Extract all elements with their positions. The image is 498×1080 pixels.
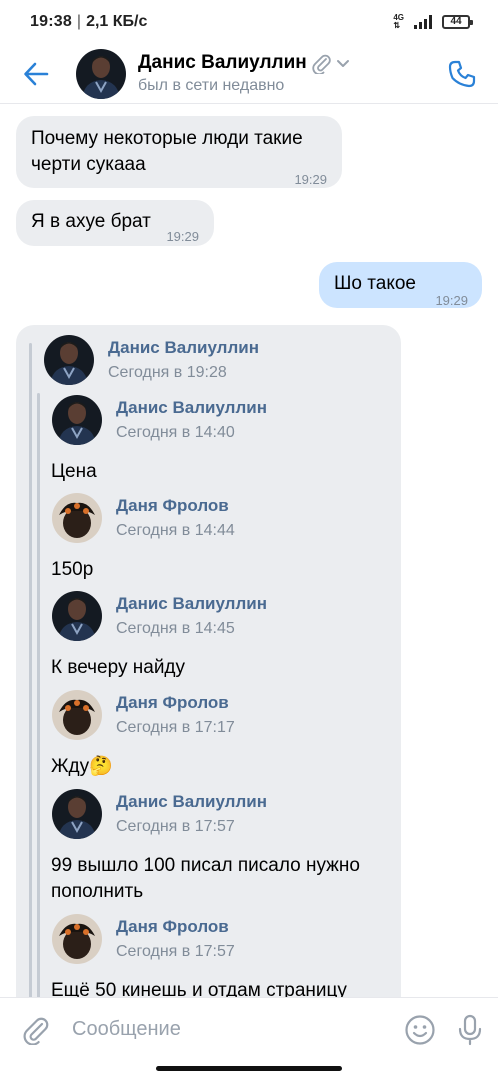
forward-author-name: Данис Валиуллин [116,594,267,613]
voice-message-button[interactable] [442,1008,498,1052]
attach-icon [23,1017,49,1045]
forward-author[interactable]: Даня Фролов Сегодня в 17:17 [52,690,235,740]
chat-title-row: Данис Валиуллин [138,52,351,74]
status-bar: 19:38 | 2,1 КБ/с 4G ⇅ 44 [0,0,498,44]
forward-text: Цена [51,461,97,482]
forward-author-name: Даня Фролов [116,917,229,936]
forward-author[interactable]: Даня Фролов Сегодня в 17:57 [52,914,235,964]
forward-text: Жду🤔 [51,756,113,777]
message-time: 19:29 [166,229,199,244]
forward-meta: Даня Фролов Сегодня в 17:17 [116,693,235,737]
forward-author[interactable]: Данис Валиуллин Сегодня в 17:57 [52,789,267,839]
forward-meta: Данис Валиуллин Сегодня в 14:40 [116,398,267,442]
forward-author-name: Даня Фролов [116,496,229,515]
message-line: черти сукааа [31,154,146,175]
forward-text: К вечеру найду [51,657,186,678]
forward-author-name: Даня Фролов [116,693,229,712]
message-line: Почему некоторые люди такие [31,128,303,149]
battery-level: 44 [450,16,462,27]
signal-icon [414,15,432,29]
chat-screen: 19:38 | 2,1 КБ/с 4G ⇅ 44 Данис Валиуллин… [0,0,498,1080]
forward-author[interactable]: Данис Валиуллин Сегодня в 19:28 [44,335,259,385]
call-button[interactable] [444,56,480,92]
system-nav-bar [0,1061,498,1080]
message-list[interactable]: Почему некоторые люди такие черти сукааа… [0,105,498,997]
forward-quote-line [29,343,32,997]
forward-date: Сегодня в 17:17 [116,719,235,736]
forward-date: Сегодня в 14:44 [116,522,235,539]
status-network-speed: 2,1 КБ/с [86,13,148,30]
forward-text-line: пополнить [51,881,144,902]
forward-quote-line-nested [37,393,40,997]
avatar[interactable] [76,48,126,99]
paperclip-icon [312,54,331,74]
emoji-button[interactable] [398,1008,442,1052]
status-time: 19:38 [30,13,72,30]
message-input[interactable]: Сообщение [72,1018,398,1041]
data-arrows-icon: ⇅ [393,21,401,30]
message-bubble[interactable]: Я в ахуе брат 19:29 [16,200,214,246]
forward-date: Сегодня в 14:40 [116,424,235,441]
message-bubble[interactable]: Почему некоторые люди такие черти сукааа… [16,116,342,188]
forward-meta: Даня Фролов Сегодня в 17:57 [116,917,235,961]
forward-author-name: Данис Валиуллин [116,792,267,811]
chat-title: Данис Валиуллин [138,52,307,73]
message-text: Шо такое [334,273,416,294]
forward-text: Ещё 50 кинешь и отдам страницу [51,980,347,997]
message-composer: Сообщение [0,997,498,1061]
forward-meta: Данис Валиуллин Сегодня в 19:28 [108,338,259,382]
forward-author[interactable]: Данис Валиуллин Сегодня в 14:45 [52,591,267,641]
avatar [52,395,102,445]
status-icons: 4G ⇅ 44 [393,14,473,30]
avatar [52,789,102,839]
forward-date: Сегодня в 14:45 [116,620,235,637]
chat-title-block[interactable]: Данис Валиуллин был в сети недавно [138,52,351,95]
home-indicator[interactable] [156,1066,342,1071]
message-text: Почему некоторые люди такие черти сукааа [31,126,303,178]
message-time: 19:29 [435,293,468,308]
network-type-icon: 4G ⇅ [393,14,404,30]
avatar [52,690,102,740]
status-separator: | [76,13,82,30]
message-time: 19:29 [294,172,327,187]
mic-icon [458,1014,482,1045]
phone-icon [448,60,476,88]
message-text: Я в ахуе брат [31,211,151,232]
forward-date: Сегодня в 19:28 [108,364,227,381]
forward-author-name: Данис Валиуллин [108,338,259,357]
battery-icon: 44 [442,15,473,29]
forward-date: Сегодня в 17:57 [116,818,235,835]
forward-meta: Данис Валиуллин Сегодня в 14:45 [116,594,267,638]
avatar-photo [76,48,126,99]
back-button[interactable] [0,44,72,104]
forward-text: 99 вышло 100 писал писало нужно пополнит… [51,853,360,905]
emoji-icon [405,1014,435,1045]
forward-text: 150р [51,559,94,580]
avatar [52,493,102,543]
forward-author[interactable]: Данис Валиуллин Сегодня в 14:40 [52,395,267,445]
attach-button[interactable] [0,998,72,1062]
forward-meta: Даня Фролов Сегодня в 14:44 [116,496,235,540]
avatar [52,591,102,641]
back-arrow-icon [24,62,49,85]
forward-date: Сегодня в 17:57 [116,943,235,960]
chat-header: Данис Валиуллин был в сети недавно [0,44,498,104]
forward-meta: Данис Валиуллин Сегодня в 17:57 [116,792,267,836]
forward-author-name: Данис Валиуллин [116,398,267,417]
chat-subtitle: был в сети недавно [138,77,285,94]
forward-text-line: 99 вышло 100 писал писало нужно [51,855,360,876]
forwarded-message[interactable]: Данис Валиуллин Сегодня в 19:28 Данис Ва… [16,325,401,997]
message-bubble-outgoing[interactable]: Шо такое 19:29 [319,262,482,308]
avatar [44,335,94,385]
forward-author[interactable]: Даня Фролов Сегодня в 14:44 [52,493,235,543]
avatar [52,914,102,964]
chevron-down-icon [336,60,349,67]
